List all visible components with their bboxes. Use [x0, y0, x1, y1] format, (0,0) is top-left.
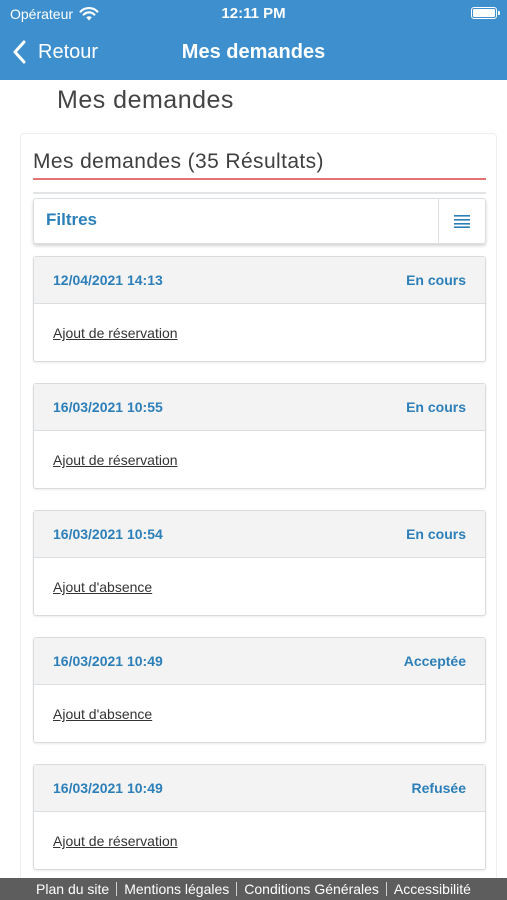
divider — [33, 192, 486, 194]
request-card: 16/03/2021 10:54 En cours Ajout d'absenc… — [33, 510, 486, 616]
filters-bar[interactable]: Filtres — [33, 198, 486, 244]
request-status: Acceptée — [403, 653, 466, 669]
request-card-header: 12/04/2021 14:13 En cours — [34, 257, 485, 304]
request-date: 16/03/2021 10:49 — [53, 653, 163, 669]
request-date: 16/03/2021 10:54 — [53, 526, 163, 542]
request-date: 16/03/2021 10:55 — [53, 399, 163, 415]
list-icon — [454, 215, 470, 228]
results-title: Mes demandes (35 Résultats) — [33, 150, 486, 180]
filters-label: Filtres — [46, 210, 98, 229]
clock: 12:11 PM — [221, 5, 286, 22]
nav-bar: Retour Mes demandes — [0, 28, 507, 80]
request-card: 12/04/2021 14:13 En cours Ajout de réser… — [33, 256, 486, 362]
request-date: 16/03/2021 10:49 — [53, 780, 163, 796]
battery-icon — [471, 7, 500, 19]
request-type-link[interactable]: Ajout d'absence — [53, 579, 152, 595]
footer-link-legal[interactable]: Mentions légales — [117, 881, 236, 897]
request-type-link[interactable]: Ajout de réservation — [53, 452, 178, 468]
request-card-header: 16/03/2021 10:49 Acceptée — [34, 638, 485, 685]
page-title: Mes demandes — [57, 86, 234, 114]
nav-title: Mes demandes — [181, 41, 326, 63]
request-card: 16/03/2021 10:49 Refusée Ajout de réserv… — [33, 764, 486, 870]
request-card-header: 16/03/2021 10:55 En cours — [34, 384, 485, 431]
request-status: En cours — [406, 272, 466, 288]
request-date: 12/04/2021 14:13 — [53, 272, 163, 288]
request-card: 16/03/2021 10:55 En cours Ajout de réser… — [33, 383, 486, 489]
request-status: En cours — [406, 399, 466, 415]
request-status: En cours — [406, 526, 466, 542]
footer-link-accessibility[interactable]: Accessibilité — [387, 881, 478, 897]
request-card: 16/03/2021 10:49 Acceptée Ajout d'absenc… — [33, 637, 486, 743]
request-card-header: 16/03/2021 10:54 En cours — [34, 511, 485, 558]
footer-link-terms[interactable]: Conditions Générales — [237, 881, 386, 897]
status-bar: Opérateur 12:11 PM — [0, 0, 507, 28]
request-type-link[interactable]: Ajout d'absence — [53, 706, 152, 722]
request-type-link[interactable]: Ajout de réservation — [53, 833, 178, 849]
footer-link-sitemap[interactable]: Plan du site — [29, 881, 116, 897]
request-status: Refusée — [411, 780, 466, 796]
filters-toggle-button[interactable] — [438, 199, 485, 243]
request-type-link[interactable]: Ajout de réservation — [53, 325, 178, 341]
top-bar: Opérateur 12:11 PM Retour Mes demandes — [0, 0, 507, 80]
request-card-header: 16/03/2021 10:49 Refusée — [34, 765, 485, 812]
footer: Plan du site Mentions légales Conditions… — [0, 878, 507, 900]
